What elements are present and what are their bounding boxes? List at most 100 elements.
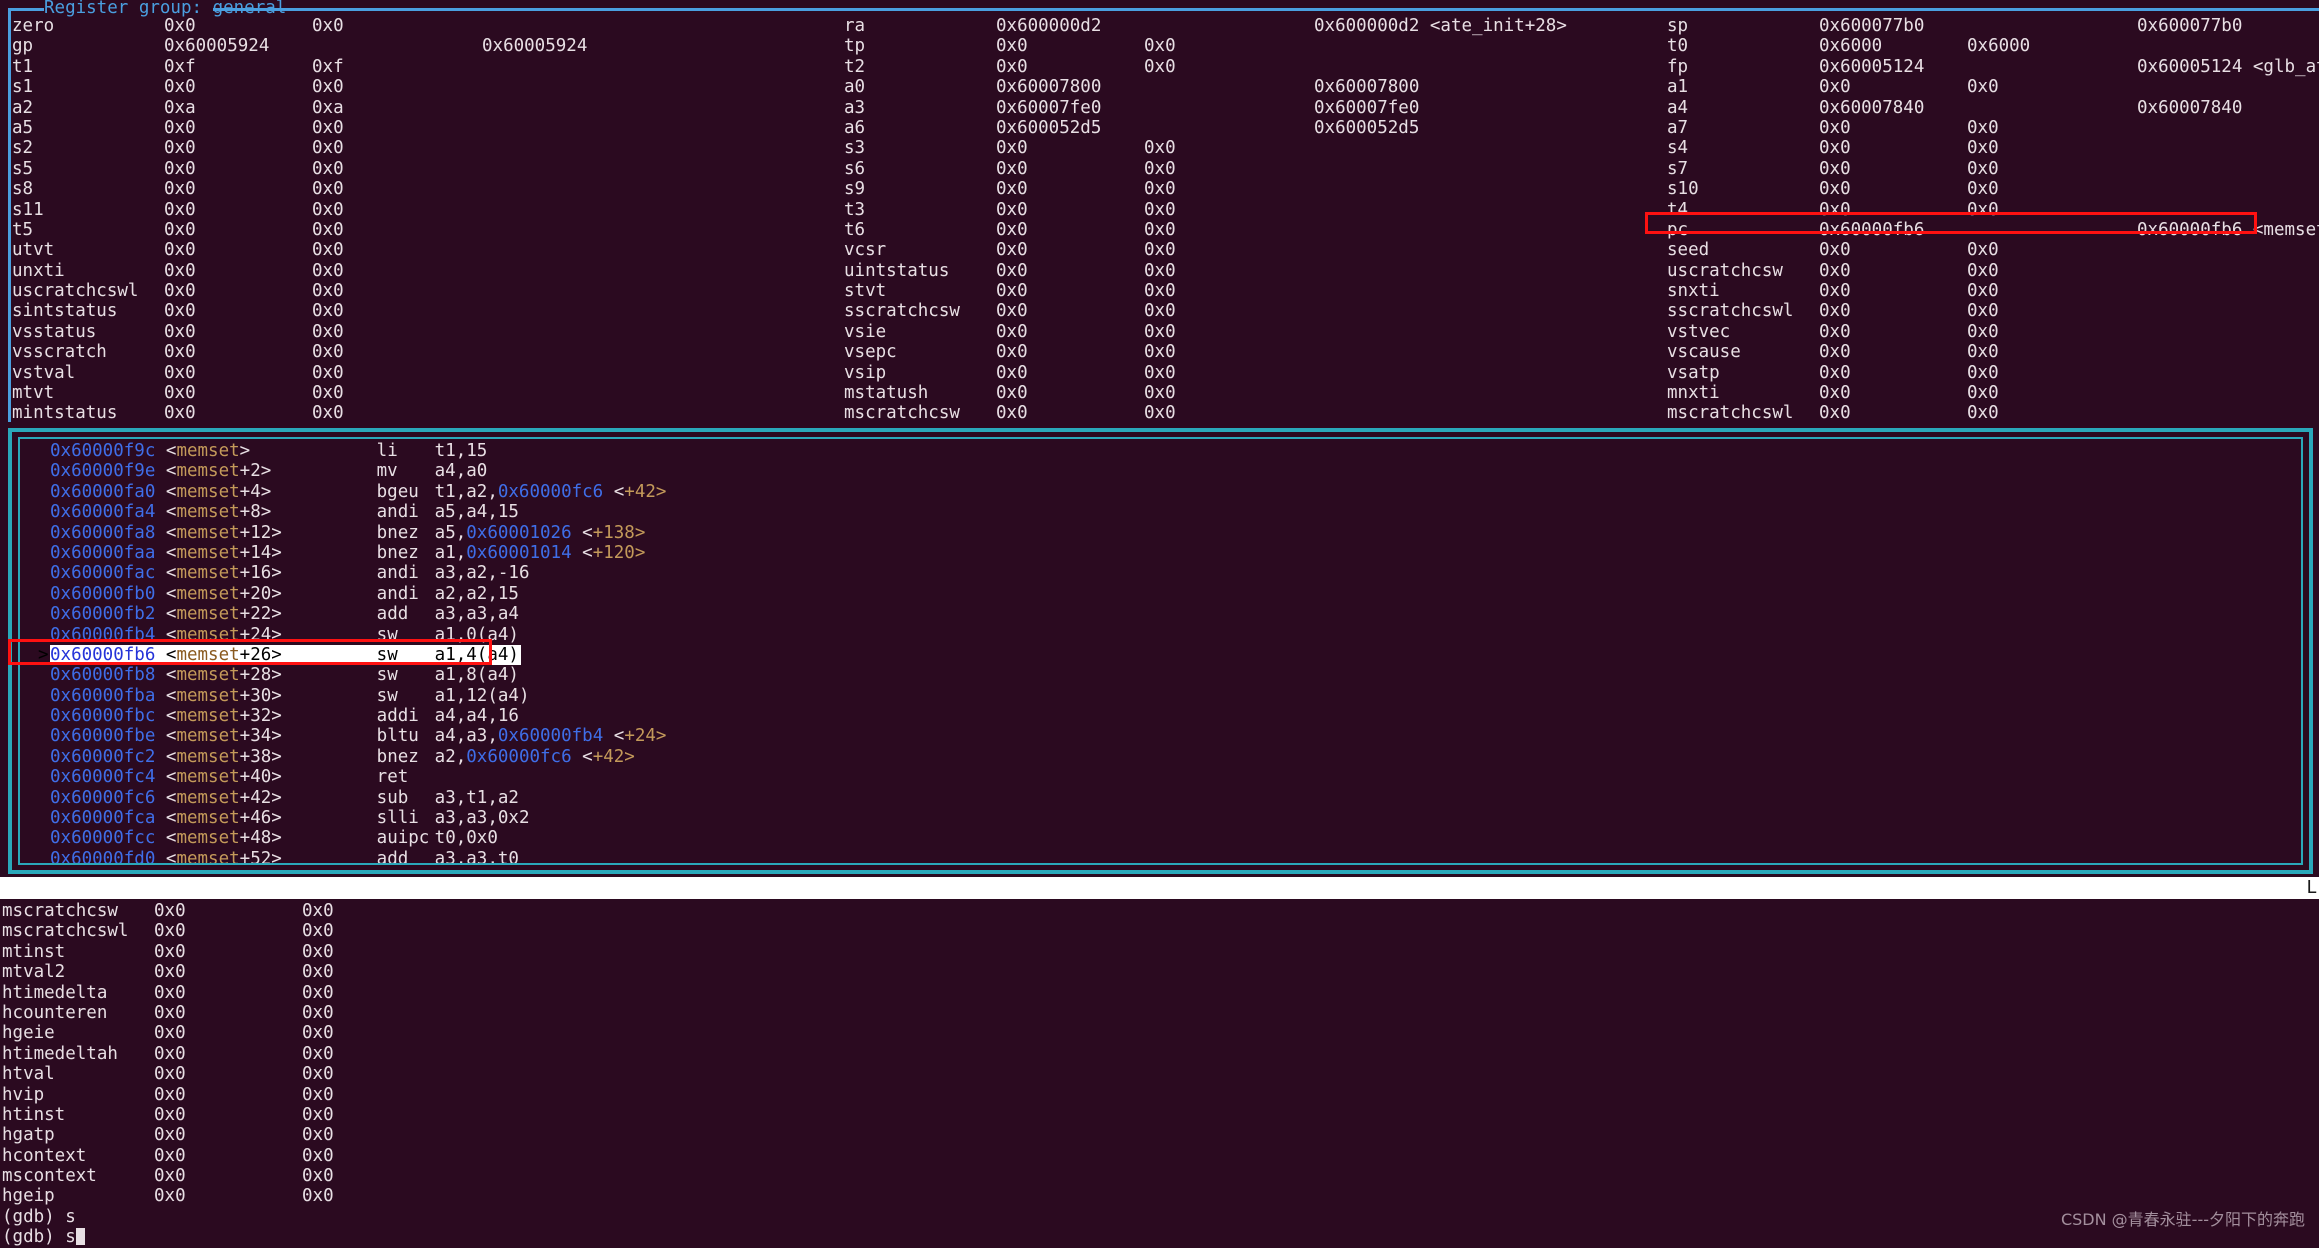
console-register-name: htimedeltah (2, 1044, 154, 1064)
register-decoded-value: 0x0 (1967, 363, 1999, 383)
console-register-row: htimedeltah0x00x0 (0, 1044, 2319, 1064)
register-decoded-value: 0x0 (1967, 383, 1999, 403)
register-hex-value: 0x600052d5 (996, 118, 1144, 138)
register-hex-value: 0x0 (164, 261, 312, 281)
register-name: vsatp (1667, 363, 1819, 383)
status-bar-right-text: L (2306, 877, 2317, 899)
disassembly-row: 0x60000fba <memset+30> swa1,12(a4) (38, 686, 666, 706)
disassembly-row: 0x60000fcc <memset+48> auipct0,0x0 (38, 828, 666, 848)
disassembly-row: 0x60000f9e <memset+2> mva4,a0 (38, 461, 666, 481)
register-name: t3 (844, 200, 996, 220)
console-register-hex: 0x0 (154, 1166, 302, 1186)
register-hex-value: 0x600077b0 (1819, 16, 1967, 36)
instruction-operands: t0,0x0 (435, 828, 498, 848)
register-name: utvt (12, 240, 164, 260)
status-bar: extended-r Remote target In: memset L (0, 877, 2319, 899)
register-name: vsscratch (12, 342, 164, 362)
register-name: s5 (12, 159, 164, 179)
console-prompt-area[interactable]: (gdb) s(gdb) s (0, 1207, 2319, 1248)
instruction-mnemonic: bnez (377, 523, 435, 543)
register-decoded-value: 0x6000 (1967, 36, 2030, 56)
instruction-operands: a4,a4,16 (435, 706, 519, 726)
register-window-border-left (8, 8, 11, 422)
register-hex-value: 0x0 (1819, 322, 1967, 342)
console-register-name: mscratchcswl (2, 921, 154, 941)
register-hex-value: 0x0 (164, 281, 312, 301)
disassembly-row: 0x60000fc6 <memset+42> suba3,t1,a2 (38, 788, 666, 808)
disassembly-row: 0x60000fc2 <memset+38> bneza2,0x60000fc6… (38, 747, 666, 767)
register-decoded-value: 0x0 (1144, 200, 1176, 220)
console-register-row: hvip0x00x0 (0, 1085, 2319, 1105)
instruction-symbol: <memset+28> (166, 665, 282, 685)
register-hex-value: 0x0 (164, 77, 312, 97)
register-row: stvt0x00x0 (844, 281, 1567, 301)
instruction-address: 0x60000fac (50, 563, 155, 583)
instruction-symbol: <memset+20> (166, 584, 282, 604)
register-decoded-value: 0x0 (1144, 57, 1176, 77)
register-row: a40x600078400x60007840 (1667, 98, 2319, 118)
gdb-console[interactable]: mscratchcsw0x00x0mscratchcswl0x00x0mtins… (0, 901, 2319, 1238)
register-name: a6 (844, 118, 996, 138)
instruction-operands: a4,a0 (435, 461, 488, 481)
instruction-address: 0x60000fa4 (50, 502, 155, 522)
register-hex-value: 0x0 (1819, 118, 1967, 138)
instruction-symbol: <memset+32> (166, 706, 282, 726)
register-decoded-value: 0x0 (1967, 281, 1999, 301)
register-row: utvt0x00x0 (12, 240, 587, 260)
disassembly-window[interactable]: 0x60000f9c <memset> lit1,150x60000f9e <m… (8, 428, 2313, 874)
console-register-row: hgatp0x00x0 (0, 1125, 2319, 1145)
disassembly-inner-frame: 0x60000f9c <memset> lit1,150x60000f9e <m… (18, 437, 2303, 865)
register-row: vsatp0x00x0 (1667, 363, 2319, 383)
register-row: s80x00x0 (12, 179, 587, 199)
console-register-dec: 0x0 (302, 921, 334, 941)
console-register-dec: 0x0 (302, 1146, 334, 1166)
register-name: stvt (844, 281, 996, 301)
register-row: uscratchcswl0x00x0 (12, 281, 587, 301)
register-name: a3 (844, 98, 996, 118)
register-name: sp (1667, 16, 1819, 36)
disassembly-row: 0x60000fb4 <memset+24> swa1,0(a4) (38, 625, 666, 645)
register-name: sscratchcswl (1667, 301, 1819, 321)
instruction-address: 0x60000fd0 (50, 849, 155, 865)
register-hex-value: 0x0 (164, 118, 312, 138)
register-row: a20xa0xa (12, 98, 587, 118)
register-hex-value: 0x0 (164, 200, 312, 220)
register-hex-value: 0x0 (996, 240, 1144, 260)
instruction-operands: a2,a2,15 (435, 584, 519, 604)
register-window-border-top-left (8, 8, 44, 11)
disassembly-row: 0x60000fb8 <memset+28> swa1,8(a4) (38, 665, 666, 685)
register-decoded-value: 0xa (312, 98, 344, 118)
register-hex-value: 0x6000 (1819, 36, 1967, 56)
register-hex-value: 0x0 (164, 403, 312, 423)
register-hex-value: 0x0 (996, 159, 1144, 179)
console-register-dec: 0x0 (302, 1166, 334, 1186)
instruction-symbol: <memset+16> (166, 563, 282, 583)
register-hex-value: 0xf (164, 57, 312, 77)
console-prompt-line[interactable]: (gdb) s (0, 1227, 2319, 1247)
register-name: s3 (844, 138, 996, 158)
console-prompt-line[interactable]: (gdb) s (0, 1207, 2319, 1227)
register-decoded-value: 0x0 (312, 342, 344, 362)
register-column-middle: ra0x600000d20x600000d2 <ate_init+28>tp0x… (844, 16, 1567, 424)
register-window-border-top-right (213, 8, 2319, 11)
register-decoded-value: 0x0 (1144, 383, 1176, 403)
register-row: s40x00x0 (1667, 138, 2319, 158)
register-hex-value: 0x60005924 (164, 36, 312, 56)
register-decoded-value: 0x0 (1144, 342, 1176, 362)
instruction-symbol: <memset+42> (166, 788, 282, 808)
register-hex-value: 0x0 (996, 261, 1144, 281)
instruction-mnemonic: bnez (377, 543, 435, 563)
register-row: gp0x600059240x60005924 (12, 36, 587, 56)
console-register-name: mscratchcsw (2, 901, 154, 921)
register-name: snxti (1667, 281, 1819, 301)
register-row: a60x600052d50x600052d5 (844, 118, 1567, 138)
register-row: sscratchcswl0x00x0 (1667, 301, 2319, 321)
register-row: snxti0x00x0 (1667, 281, 2319, 301)
instruction-mnemonic: sw (377, 625, 435, 645)
instruction-operands: t1,a2,0x60000fc6 <+42> (435, 482, 667, 502)
instruction-symbol: <memset+12> (166, 523, 282, 543)
register-hex-value: 0x0 (1819, 403, 1967, 423)
register-hex-value: 0x0 (164, 220, 312, 240)
console-register-hex: 0x0 (154, 1105, 302, 1125)
register-hex-value: 0x0 (1819, 281, 1967, 301)
